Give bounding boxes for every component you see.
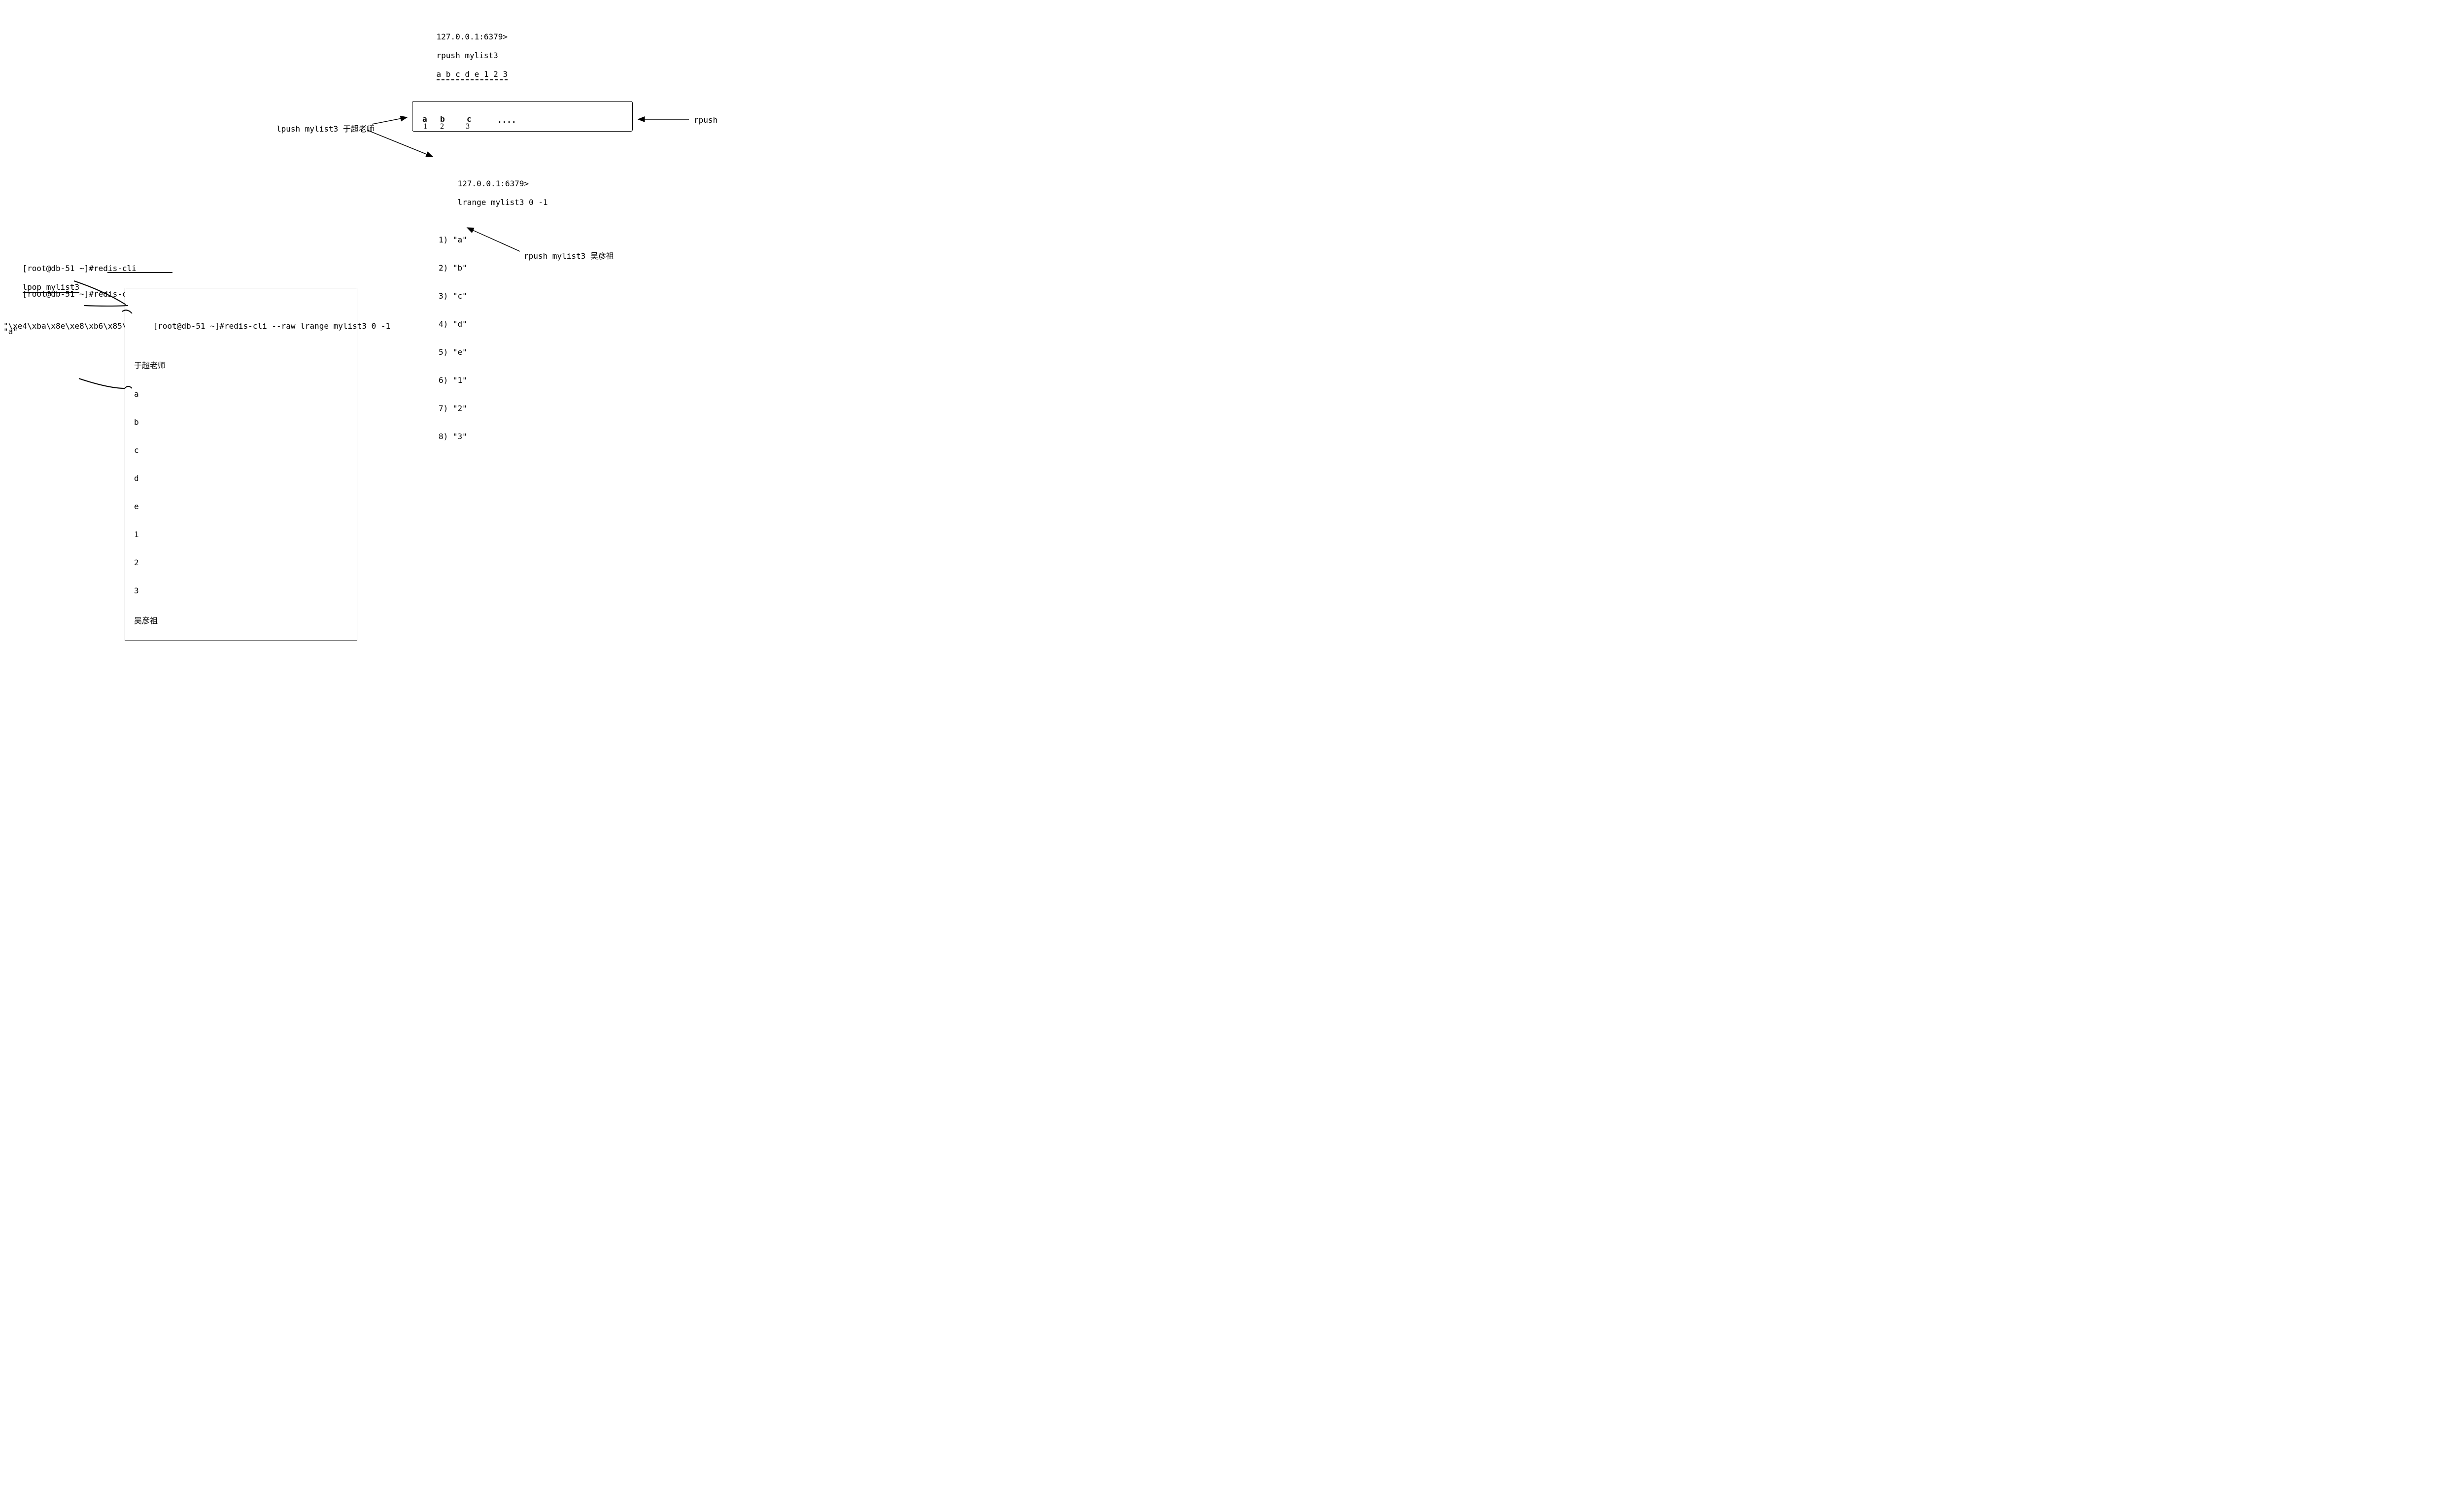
lrange-r7: 8) "3" <box>439 432 548 441</box>
raw-prompt: [root@db-51 ~]# <box>153 321 225 331</box>
raw-line-8: 3 <box>134 586 348 595</box>
idx-3: 3 <box>466 122 470 131</box>
idx-1: 1 <box>423 122 427 131</box>
lpop2-prompt: [root@db-51 ~]# <box>23 289 94 299</box>
raw-line-3: c <box>134 446 348 455</box>
raw-line-6: 1 <box>134 530 348 539</box>
rpush-prompt: 127.0.0.1:6379> <box>437 32 508 41</box>
raw-line-2: b <box>134 417 348 427</box>
lrange-prompt: 127.0.0.1:6379> <box>458 179 529 188</box>
list-diagram-box: a b c .... 1 2 3 <box>412 101 633 132</box>
raw-line-9: 吴彦祖 <box>134 614 348 626</box>
raw-line-1: a <box>134 389 348 399</box>
raw-line-7: 2 <box>134 558 348 567</box>
rpush-command: rpush mylist3 <box>437 51 498 60</box>
rpush-args: a b c d e 1 2 3 <box>437 69 508 80</box>
idx-2: 2 <box>440 122 444 131</box>
raw-output-box: [root@db-51 ~]#redis-cli --raw lrange my… <box>125 288 357 641</box>
lpop2-underline <box>107 272 172 273</box>
rpush-append-label: rpush mylist3 吴彦祖 <box>524 249 614 261</box>
lrange-r1: 2) "b" <box>439 263 548 273</box>
lrange-r6: 7) "2" <box>439 404 548 413</box>
cell-dots: .... <box>497 115 516 125</box>
lrange-r5: 6) "1" <box>439 376 548 385</box>
lrange-r0: 1) "a" <box>439 235 548 244</box>
raw-line-0: 于超老师 <box>134 359 348 371</box>
raw-line-5: e <box>134 502 348 511</box>
raw-line-4: d <box>134 474 348 483</box>
lrange-r2: 3) "c" <box>439 291 548 301</box>
lrange-command: lrange mylist3 0 -1 <box>458 198 548 207</box>
raw-command: redis-cli --raw lrange mylist3 0 -1 <box>224 321 390 331</box>
lrange-r3: 4) "d" <box>439 319 548 329</box>
rpush-right-label: rpush <box>694 115 718 125</box>
lpush-label: lpush mylist3 于超老师 <box>276 122 375 134</box>
lrange-r4: 5) "e" <box>439 347 548 357</box>
lrange-block: 127.0.0.1:6379> lrange mylist3 0 -1 1) "… <box>439 151 548 450</box>
